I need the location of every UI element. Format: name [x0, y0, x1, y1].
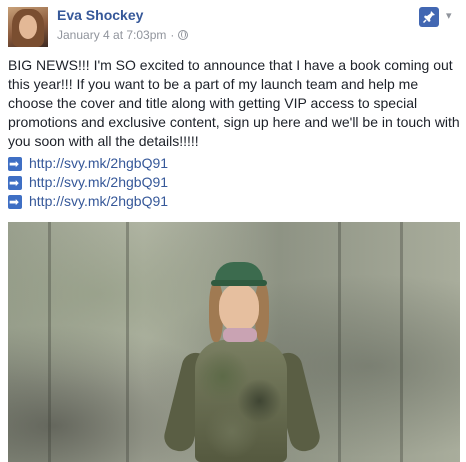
pin-icon[interactable] [419, 7, 439, 27]
right-arrow-icon [8, 193, 22, 212]
signup-link[interactable]: http://svy.mk/2hgbQ91 [29, 173, 168, 192]
photo-subject [161, 262, 323, 462]
background-streak [48, 222, 51, 462]
link-row: http://svy.mk/2hgbQ91 [8, 173, 168, 193]
post-timestamp[interactable]: January 4 at 7:03pm [57, 28, 166, 42]
post-links: http://svy.mk/2hgbQ91 http://svy.mk/2hgb… [8, 154, 168, 212]
right-arrow-icon [8, 174, 22, 193]
signup-link[interactable]: http://svy.mk/2hgbQ91 [29, 192, 168, 211]
subject-scarf [223, 328, 257, 342]
author-avatar[interactable] [8, 7, 48, 47]
link-row: http://svy.mk/2hgbQ91 [8, 154, 168, 174]
subject-camo-top [195, 340, 287, 462]
subject-cap-brim [211, 280, 267, 286]
globe-icon[interactable] [178, 30, 189, 40]
right-arrow-icon [8, 155, 22, 174]
meta-separator: · [170, 28, 175, 42]
post-body: BIG NEWS!!! I'm SO excited to announce t… [8, 57, 460, 149]
facebook-post: Eva Shockey January 4 at 7:03pm · ▾ BIG … [0, 0, 466, 462]
subject-face [219, 284, 259, 332]
post-photo[interactable] [8, 222, 460, 462]
author-name-link[interactable]: Eva Shockey [57, 7, 143, 23]
post-meta: January 4 at 7:03pm · [57, 28, 189, 42]
signup-link[interactable]: http://svy.mk/2hgbQ91 [29, 154, 168, 173]
chevron-down-icon[interactable]: ▾ [446, 9, 452, 22]
background-streak [400, 222, 403, 462]
avatar-face [19, 15, 37, 39]
background-streak [126, 222, 129, 462]
link-row: http://svy.mk/2hgbQ91 [8, 192, 168, 212]
background-streak [338, 222, 341, 462]
